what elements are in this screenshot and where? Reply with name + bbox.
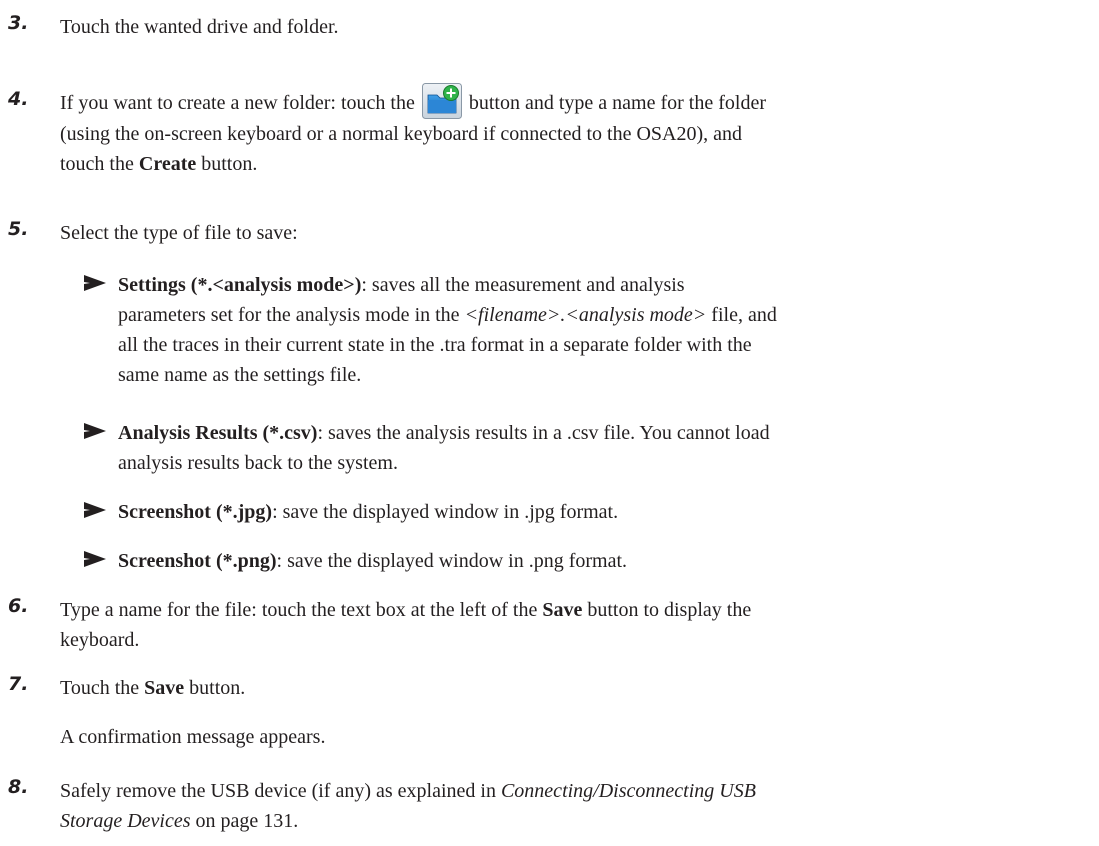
arrow-bullet-icon [84, 551, 106, 567]
step-text-part: button. [201, 153, 258, 176]
create-button-label: Create [138, 153, 197, 176]
bullet-text-part: : save the displayed window in .jpg form… [272, 501, 619, 523]
bullet-text-italic: <filename>.<analysis mode> [464, 304, 707, 326]
step-text-part: Type a name for the file: touch the text… [60, 599, 538, 621]
bullet-text: Analysis Results (*.csv): saves the anal… [118, 418, 1068, 478]
bullet-text-part: same name as the settings file. [118, 364, 362, 386]
step-text: Touch the Save button. [60, 673, 1070, 703]
bullet-text-part: : saves the analysis results in a .csv f… [317, 422, 770, 444]
step-number: 7. [8, 673, 29, 695]
step-text: Touch the wanted drive and folder. [60, 16, 339, 38]
bullet-text-part: : saves all the measurement and analysis [361, 274, 685, 296]
step-number: 4. [8, 88, 29, 110]
save-button-label: Save [144, 677, 185, 699]
step-number: 6. [8, 595, 29, 617]
confirmation-text: A confirmation message appears. [60, 726, 326, 748]
step-number: 3. [8, 12, 29, 34]
step-text: If you want to create a new folder: touc… [60, 83, 1070, 179]
step-text-part: button. [189, 677, 246, 699]
arrow-bullet-icon [84, 423, 106, 439]
step-text-part: button to display the [587, 599, 752, 621]
step-text-part: Touch the [60, 677, 140, 699]
bullet-text-part: analysis results back to the system. [118, 452, 398, 474]
bullet-label: Screenshot (*.png) [118, 550, 277, 572]
bullet-label: Settings (*.<analysis mode>) [118, 274, 362, 296]
step-text-part: Safely remove the USB device (if any) as… [60, 780, 496, 802]
new-folder-icon [421, 83, 462, 120]
step-text-part: button and type a name for the folder [468, 92, 766, 114]
step-text: Select the type of file to save: [60, 222, 298, 244]
arrow-bullet-icon [84, 275, 106, 291]
cross-reference-link[interactable]: Storage Devices [60, 810, 191, 832]
arrow-bullet-icon [84, 502, 106, 518]
step-text-part: touch the [60, 153, 134, 176]
bullet-label: Analysis Results (*.csv) [118, 422, 318, 444]
cross-reference-link[interactable]: Connecting/Disconnecting USB [501, 780, 756, 802]
step-number: 5. [8, 218, 29, 240]
bullet-label: Screenshot (*.jpg) [118, 501, 273, 523]
step-text-part: on page 131. [195, 810, 299, 832]
bullet-text: Screenshot (*.png): save the displayed w… [118, 546, 1068, 576]
bullet-text: Screenshot (*.jpg): save the displayed w… [118, 497, 1068, 527]
step-text-part: If you want to create a new folder: touc… [60, 92, 415, 114]
save-button-label: Save [542, 599, 583, 621]
step-text-part: keyboard. [60, 629, 140, 651]
bullet-text-part: : save the displayed window in .png form… [276, 550, 628, 572]
bullet-text-part: file, and [711, 304, 777, 326]
step-text: Safely remove the USB device (if any) as… [60, 776, 1070, 836]
step-text: Type a name for the file: touch the text… [60, 595, 1070, 655]
step-number: 8. [8, 776, 29, 798]
bullet-text-part: all the traces in their current state in… [118, 334, 752, 356]
bullet-text-part: parameters set for the analysis mode in … [118, 304, 460, 326]
step-text-part: (using the on-screen keyboard or a norma… [60, 123, 743, 146]
bullet-text: Settings (*.<analysis mode>): saves all … [118, 270, 1068, 390]
